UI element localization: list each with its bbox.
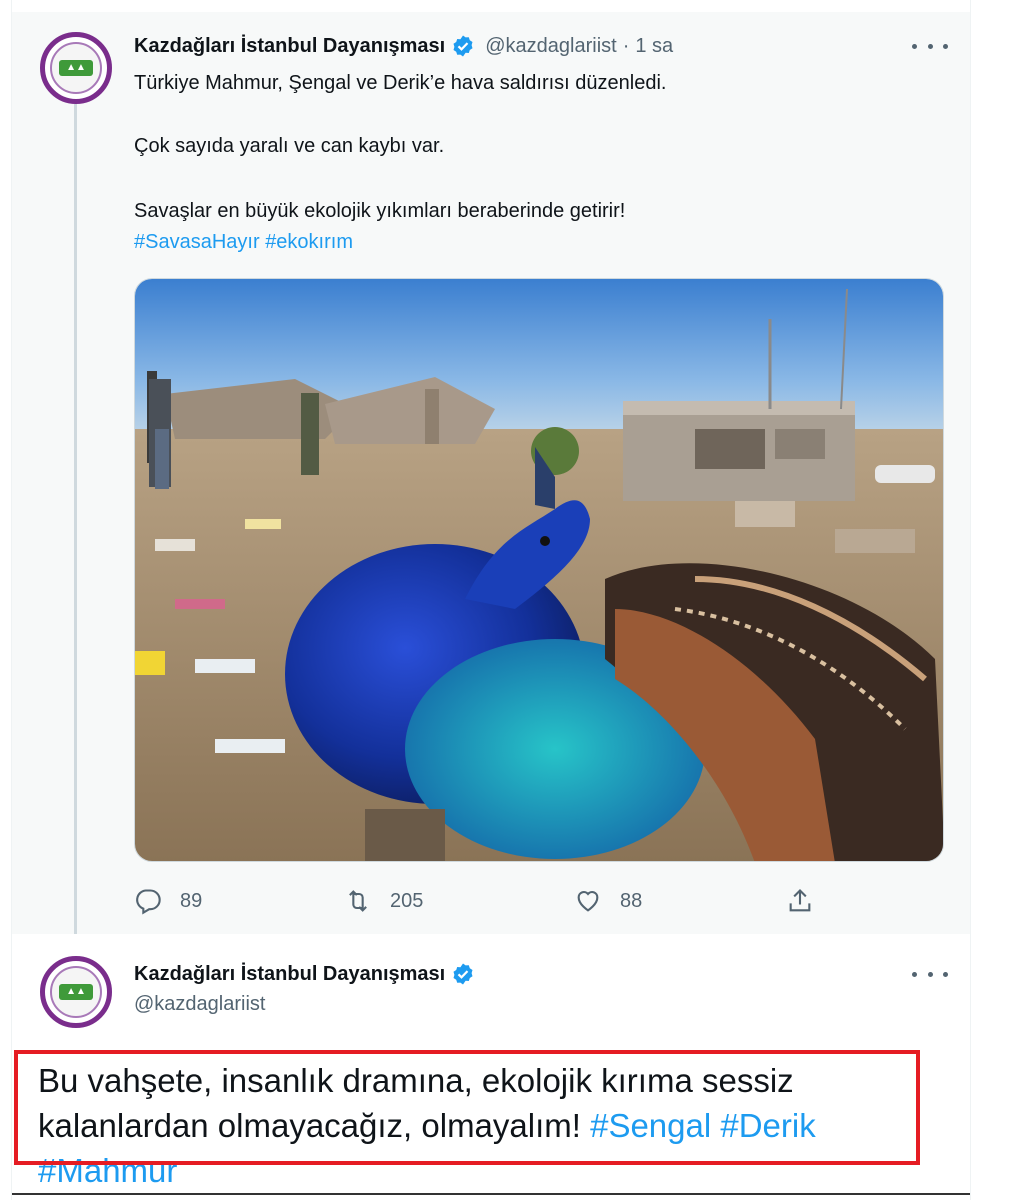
avatar-logo: ▲▲ xyxy=(50,966,102,1018)
reply-avatar[interactable]: ▲▲ xyxy=(40,956,112,1028)
more-options-icon[interactable] xyxy=(912,34,948,58)
verified-badge-icon xyxy=(453,963,473,985)
reply-header: Kazdağları İstanbul Dayanışması xyxy=(134,962,475,986)
share-action[interactable] xyxy=(786,884,832,918)
tweet-text-line-2: Çok sayıda yaralı ve can kaybı var. xyxy=(134,135,445,157)
retweet-action[interactable]: 205 xyxy=(344,884,423,918)
reply-text: Bu vahşete, insanlık dramına, ekolojik k… xyxy=(38,1058,928,1193)
reply-icon xyxy=(136,889,161,915)
separator-dot: · xyxy=(622,34,630,57)
heart-icon xyxy=(577,891,599,912)
tweet-header: Kazdağları İstanbul Dayanışması @kazdagl… xyxy=(134,34,673,58)
left-frame-edge xyxy=(0,0,12,1200)
reply-action[interactable]: 89 xyxy=(134,884,202,918)
right-frame-edge xyxy=(970,0,971,1200)
like-action[interactable]: 88 xyxy=(574,884,642,918)
display-name[interactable]: Kazdağları İstanbul Dayanışması xyxy=(134,35,445,58)
reply-text-line-1: Bu vahşete, insanlık dramına, ekolojik k… xyxy=(38,1062,794,1099)
mountain-logo-icon: ▲▲ xyxy=(59,984,93,1000)
hashtag-link[interactable]: #Sengal xyxy=(590,1107,711,1144)
reply-count: 89 xyxy=(180,889,203,912)
tweet-hashtags: #SavasaHayır #ekokırım xyxy=(134,227,353,257)
hashtag-link[interactable]: #SavasaHayır xyxy=(134,231,260,253)
like-count: 88 xyxy=(620,889,643,912)
reply-handle[interactable]: @kazdaglariist xyxy=(134,993,265,1016)
hashtag-link[interactable]: #ekokırım xyxy=(265,231,353,253)
tweet-text-line-1: Türkiye Mahmur, Şengal ve Derik’e hava s… xyxy=(134,72,667,94)
bottom-divider xyxy=(12,1193,970,1195)
thread-connector-line xyxy=(74,104,77,952)
peacock-photo-illustration xyxy=(135,279,943,861)
timestamp[interactable]: 1 sa xyxy=(635,35,673,58)
handle[interactable]: @kazdaglariist xyxy=(485,35,616,58)
share-icon xyxy=(789,889,811,912)
avatar-logo: ▲▲ xyxy=(50,42,102,94)
retweet-count: 205 xyxy=(390,889,424,912)
hashtag-link[interactable]: #Mahmur xyxy=(38,1152,177,1189)
hashtag-link[interactable]: #Derik xyxy=(720,1107,815,1144)
more-options-icon[interactable] xyxy=(912,962,948,986)
tweet-text-line-3: Savaşlar en büyük ekolojik yıkımları ber… xyxy=(134,200,626,222)
avatar[interactable]: ▲▲ xyxy=(40,32,112,104)
retweet-icon xyxy=(349,890,367,912)
tweet-photo[interactable] xyxy=(134,278,944,862)
reply-text-line-2: kalanlardan olmayacağız, olmayalım! xyxy=(38,1107,581,1144)
reply-display-name[interactable]: Kazdağları İstanbul Dayanışması xyxy=(134,963,445,986)
verified-badge-icon xyxy=(453,35,473,57)
mountain-logo-icon: ▲▲ xyxy=(59,60,93,76)
